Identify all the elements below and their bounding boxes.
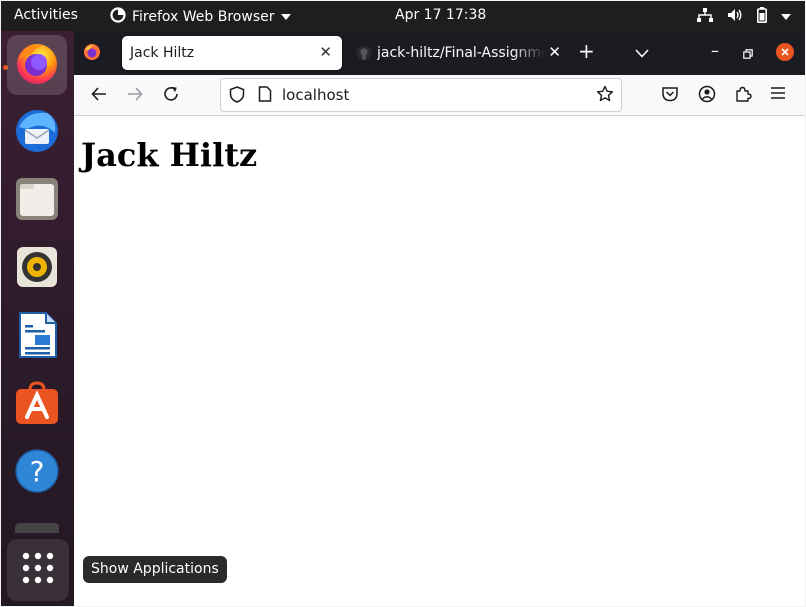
pocket-icon[interactable]: [661, 85, 679, 107]
dock: ?: [1, 31, 74, 606]
dock-overflow-item: [15, 523, 59, 533]
minimize-button[interactable]: –: [711, 41, 719, 60]
firefox-window: Jack Hiltz ✕ jack-hiltz/Final-Assignment…: [74, 31, 805, 606]
tab-bar: Jack Hiltz ✕ jack-hiltz/Final-Assignment…: [74, 31, 805, 75]
tab-github[interactable]: jack-hiltz/Final-Assignment ✕: [353, 36, 561, 70]
activities-button[interactable]: Activities: [14, 7, 78, 23]
hamburger-menu-icon[interactable]: [770, 85, 786, 105]
page-icon[interactable]: [258, 86, 272, 106]
dock-item-thunderbird[interactable]: [7, 103, 67, 163]
battery-icon: [757, 7, 767, 27]
close-icon[interactable]: ✕: [319, 43, 332, 61]
dock-item-help[interactable]: ?: [7, 443, 67, 503]
chevron-down-icon: [280, 9, 291, 25]
system-tray[interactable]: [697, 7, 791, 27]
close-window-button[interactable]: [776, 43, 794, 61]
screen: Activities Firefox Web Browser Apr 17 17…: [1, 1, 805, 606]
page-heading: Jack Hiltz: [81, 136, 258, 174]
grid-icon: [22, 552, 54, 588]
volume-icon: [727, 8, 743, 26]
system-menu-icon: [781, 9, 791, 25]
system-top-bar: Activities Firefox Web Browser Apr 17 17…: [1, 1, 805, 31]
tab-title: jack-hiltz/Final-Assignment: [377, 45, 545, 61]
back-button[interactable]: [90, 85, 108, 107]
dock-item-files[interactable]: [7, 171, 67, 231]
clock[interactable]: Apr 17 17:38: [395, 7, 486, 23]
firefox-icon: [13, 39, 61, 91]
url-bar[interactable]: localhost: [220, 78, 622, 112]
help-icon: ?: [14, 448, 60, 498]
new-tab-button[interactable]: +: [578, 41, 595, 61]
libreoffice-writer-icon: [14, 311, 60, 363]
account-icon[interactable]: [698, 85, 716, 107]
navigation-toolbar: localhost: [74, 75, 805, 116]
list-all-tabs-button[interactable]: [635, 43, 649, 62]
page-content: Jack Hiltz: [74, 116, 805, 606]
dock-item-writer[interactable]: [7, 307, 67, 367]
dock-item-rhythmbox[interactable]: [7, 239, 67, 299]
forward-button[interactable]: [126, 85, 144, 107]
files-icon: [14, 176, 60, 226]
tab-jack-hiltz[interactable]: Jack Hiltz ✕: [122, 36, 342, 70]
network-icon: [697, 8, 713, 26]
show-applications-tooltip: Show Applications: [83, 556, 227, 583]
thunderbird-icon: [13, 107, 61, 159]
restore-button[interactable]: [743, 44, 753, 63]
dock-item-software[interactable]: [7, 375, 67, 435]
show-applications-button[interactable]: [7, 539, 69, 601]
dock-item-firefox[interactable]: [7, 35, 67, 95]
app-menu-label: Firefox Web Browser: [132, 9, 275, 25]
firefox-view-icon[interactable]: [83, 43, 101, 65]
firefox-app-icon: [110, 7, 126, 27]
tracking-protection-icon[interactable]: [229, 86, 245, 107]
svg-text:?: ?: [30, 455, 45, 488]
ubuntu-software-icon: [14, 380, 60, 430]
app-menu[interactable]: Firefox Web Browser: [110, 7, 291, 27]
url-text[interactable]: localhost: [282, 86, 349, 104]
bookmark-star-icon[interactable]: [596, 85, 614, 107]
close-icon[interactable]: ✕: [548, 43, 561, 61]
rhythmbox-icon: [14, 244, 60, 294]
tab-title: Jack Hiltz: [130, 45, 195, 61]
reload-button[interactable]: [162, 85, 180, 107]
extensions-icon[interactable]: [734, 85, 752, 107]
github-icon: [356, 45, 372, 65]
